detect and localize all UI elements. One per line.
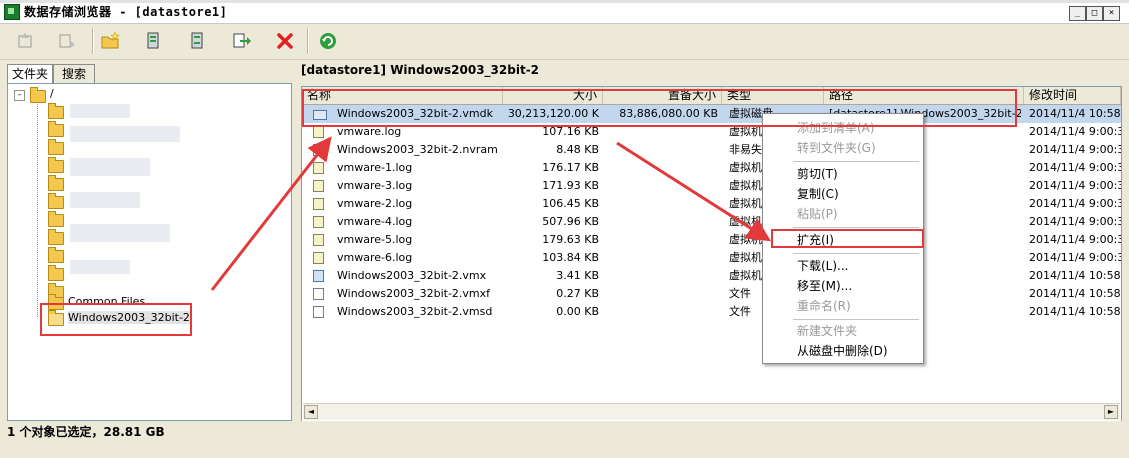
arrow-to-inflate [616,141,772,242]
arrow-to-vmdk [210,136,332,291]
annotation-arrows [210,136,772,291]
